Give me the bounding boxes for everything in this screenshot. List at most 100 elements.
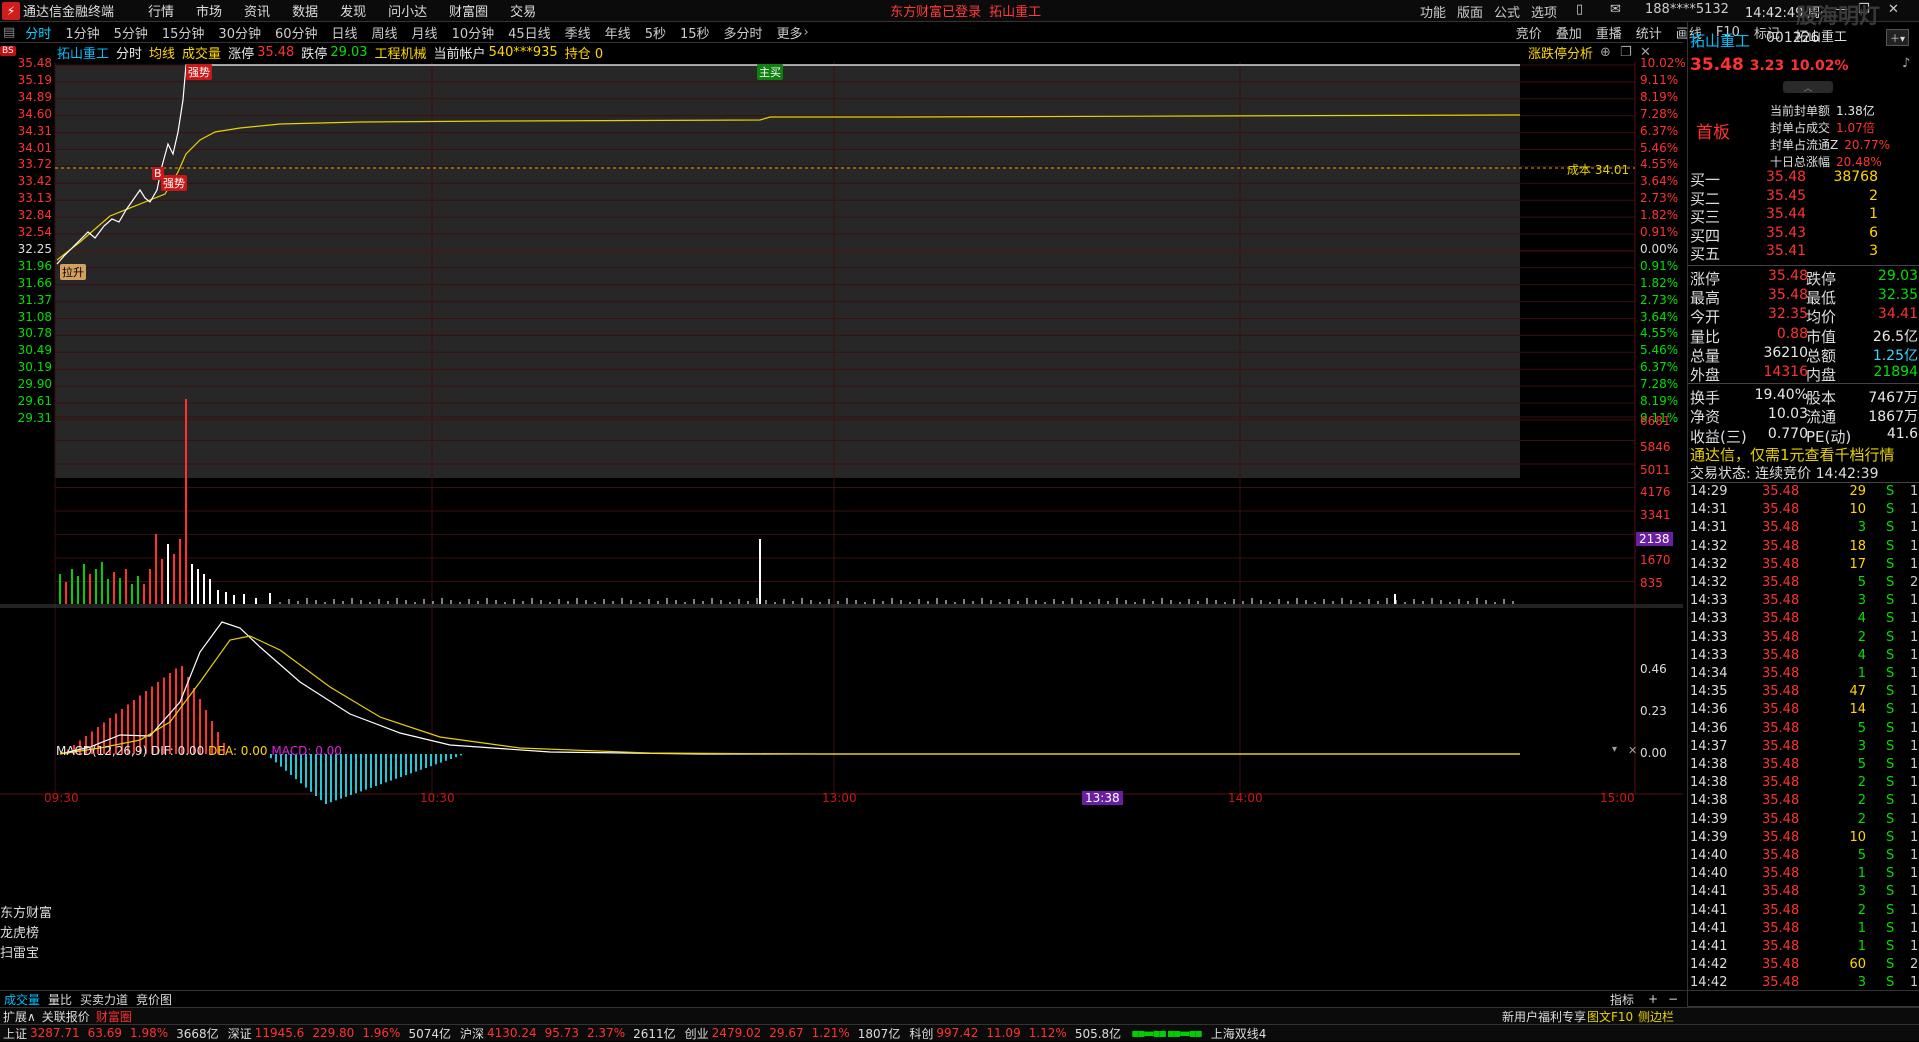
period-tab-year[interactable]: 年线 xyxy=(605,23,631,42)
tab-volume[interactable]: 成交量 xyxy=(4,991,40,1008)
tick-time: 14:33 xyxy=(1690,593,1728,609)
volume-tick: 2138 xyxy=(1636,532,1673,546)
price-tick: 31.37 xyxy=(17,292,52,307)
index-extra[interactable]: 上海双线4 xyxy=(1211,1025,1267,1042)
menu-function[interactable]: 功能 xyxy=(1420,2,1446,21)
period-tab-more[interactable]: 更多 xyxy=(777,23,803,42)
period-tab-5m[interactable]: 5分钟 xyxy=(114,23,148,42)
book-price[interactable]: 35.41 xyxy=(1766,243,1806,259)
tick-volume: 17 xyxy=(1849,556,1866,572)
macd-close-icon[interactable]: ✕ xyxy=(1628,744,1637,757)
status-stock-name[interactable]: 拓山重工 xyxy=(57,43,109,62)
window-icon[interactable]: ❐ xyxy=(1620,45,1632,60)
period-tab-60m[interactable]: 60分钟 xyxy=(275,23,318,42)
tab-force[interactable]: 买卖力道 xyxy=(80,991,128,1008)
side-link-dragon[interactable]: 龙虎榜 xyxy=(0,922,39,941)
period-tab-15s[interactable]: 15秒 xyxy=(680,23,710,42)
sidebar-toggle[interactable]: 侧边栏 xyxy=(1638,1008,1674,1025)
menu-discover[interactable]: 发现 xyxy=(340,1,366,20)
period-tab-quarter[interactable]: 季线 xyxy=(565,23,591,42)
period-tab-multi[interactable]: 多分时 xyxy=(724,23,763,42)
collapse-icon[interactable]: ︿ xyxy=(1783,81,1833,94)
lookup-button[interactable]: ＋▾ xyxy=(1886,29,1910,46)
tick-side: S xyxy=(1886,829,1895,845)
account-id[interactable]: 188****5132 xyxy=(1645,2,1729,17)
index-name[interactable]: 创业 xyxy=(685,1025,709,1042)
period-tab-30m[interactable]: 30分钟 xyxy=(218,23,261,42)
chevron-right-icon[interactable]: › xyxy=(804,25,809,40)
tool-auction[interactable]: 竞价 xyxy=(1516,23,1542,42)
macd-dropdown-icon[interactable]: ▾ xyxy=(1612,744,1617,755)
period-tab-month[interactable]: 月线 xyxy=(412,23,438,42)
index-change: 29.67 xyxy=(769,1026,804,1040)
mail-icon[interactable]: ✉ xyxy=(1610,2,1621,17)
index-name[interactable]: 科创 xyxy=(909,1025,933,1042)
menu-ask[interactable]: 问小达 xyxy=(388,1,427,20)
tick-price: 35.48 xyxy=(1762,829,1800,845)
timeshare-chart[interactable]: 35.48 35.19 34.89 34.60 34.31 34.01 33.72 33.42… xyxy=(0,56,1686,1007)
f10-link[interactable]: 图文F10 xyxy=(1587,1008,1633,1025)
side-link-scan[interactable]: 扫雷宝 xyxy=(0,942,39,961)
book-price[interactable]: 35.45 xyxy=(1766,188,1806,204)
bs-badge[interactable]: BS xyxy=(0,46,16,56)
fortune-tab[interactable]: 财富圈 xyxy=(96,1008,132,1025)
add-icon[interactable]: ⊕ xyxy=(1600,45,1611,60)
tool-replay[interactable]: 重播 xyxy=(1596,23,1622,42)
index-name[interactable]: 上证 xyxy=(3,1025,27,1042)
menu-market[interactable]: 行情 xyxy=(148,1,174,20)
tick-price: 35.48 xyxy=(1762,629,1800,645)
index-change: 11.09 xyxy=(986,1026,1021,1040)
related-quote-tab[interactable]: 关联报价 xyxy=(42,1008,90,1025)
time-tick: 15:00 xyxy=(1600,791,1635,805)
tab-auction[interactable]: 竞价图 xyxy=(136,991,172,1008)
period-tab-1m[interactable]: 1分钟 xyxy=(65,23,99,42)
promo-link[interactable]: 通达信，仅需1元查看千档行情 xyxy=(1690,444,1919,464)
period-tab-15m[interactable]: 15分钟 xyxy=(162,23,205,42)
tool-stats[interactable]: 统计 xyxy=(1636,23,1662,42)
stat-value: 35.48 xyxy=(1767,287,1808,304)
tick-price: 35.48 xyxy=(1762,957,1800,973)
period-tab-10m[interactable]: 10分钟 xyxy=(452,23,495,42)
toggle-icon[interactable]: ▤ xyxy=(3,25,15,40)
period-tab-5s[interactable]: 5秒 xyxy=(645,23,666,42)
period-tab-45d[interactable]: 45日线 xyxy=(508,23,551,42)
tick-volume: 60 xyxy=(1849,957,1866,973)
add-indicator-button[interactable]: + xyxy=(1648,992,1658,1006)
close-icon[interactable]: ✕ xyxy=(1888,2,1899,17)
index-name[interactable]: 深证 xyxy=(228,1025,252,1042)
tick-row: 14:42 35.48 60 S 2 xyxy=(1688,957,1919,974)
limit-analysis-link[interactable]: 涨跌停分析 xyxy=(1528,43,1593,62)
menu-data[interactable]: 数据 xyxy=(292,1,318,20)
tick-time: 14:41 xyxy=(1690,939,1728,954)
indicator-button[interactable]: 指标 xyxy=(1610,991,1634,1008)
seal-row: 封单占成交 1.07倍 xyxy=(1770,119,1919,136)
menu-trade[interactable]: 交易 xyxy=(510,1,536,20)
period-tab-timeshare[interactable]: 分时 xyxy=(25,23,51,42)
notice-stock[interactable]: 拓山重工 xyxy=(989,1,1041,20)
book-price[interactable]: 35.48 xyxy=(1766,169,1806,185)
menu-options[interactable]: 选项 xyxy=(1531,2,1557,21)
tool-overlay[interactable]: 叠加 xyxy=(1556,23,1582,42)
side-link-eastmoney[interactable]: 东方财富 xyxy=(0,902,52,921)
bell-icon[interactable]: ♪ xyxy=(1902,56,1910,71)
new-user-promo[interactable]: 新用户福利专享 xyxy=(1502,1008,1586,1025)
menu-layout[interactable]: 版面 xyxy=(1457,2,1483,21)
industry-label[interactable]: 工程机械 xyxy=(375,43,427,62)
expand-button[interactable]: 扩展∧ xyxy=(3,1008,36,1025)
volume-tick: 5846 xyxy=(1640,440,1671,454)
period-tab-day[interactable]: 日线 xyxy=(332,23,358,42)
menu-quotes[interactable]: 市场 xyxy=(196,1,222,20)
menu-formula[interactable]: 公式 xyxy=(1494,2,1520,21)
book-price[interactable]: 35.44 xyxy=(1766,206,1806,222)
remove-indicator-button[interactable]: − xyxy=(1668,992,1678,1006)
book-price[interactable]: 35.43 xyxy=(1766,225,1806,241)
phone-icon[interactable]: ▯ xyxy=(1576,2,1583,17)
tab-volume-ratio[interactable]: 量比 xyxy=(48,991,72,1008)
price-tick: 32.25 xyxy=(17,241,52,256)
index-name[interactable]: 沪深 xyxy=(460,1025,484,1042)
menu-fortune[interactable]: 财富圈 xyxy=(449,1,488,20)
index-pct: 1.21% xyxy=(811,1026,850,1040)
menu-news[interactable]: 资讯 xyxy=(244,1,270,20)
index-value: 997.42 xyxy=(936,1026,979,1040)
period-tab-week[interactable]: 周线 xyxy=(372,23,398,42)
